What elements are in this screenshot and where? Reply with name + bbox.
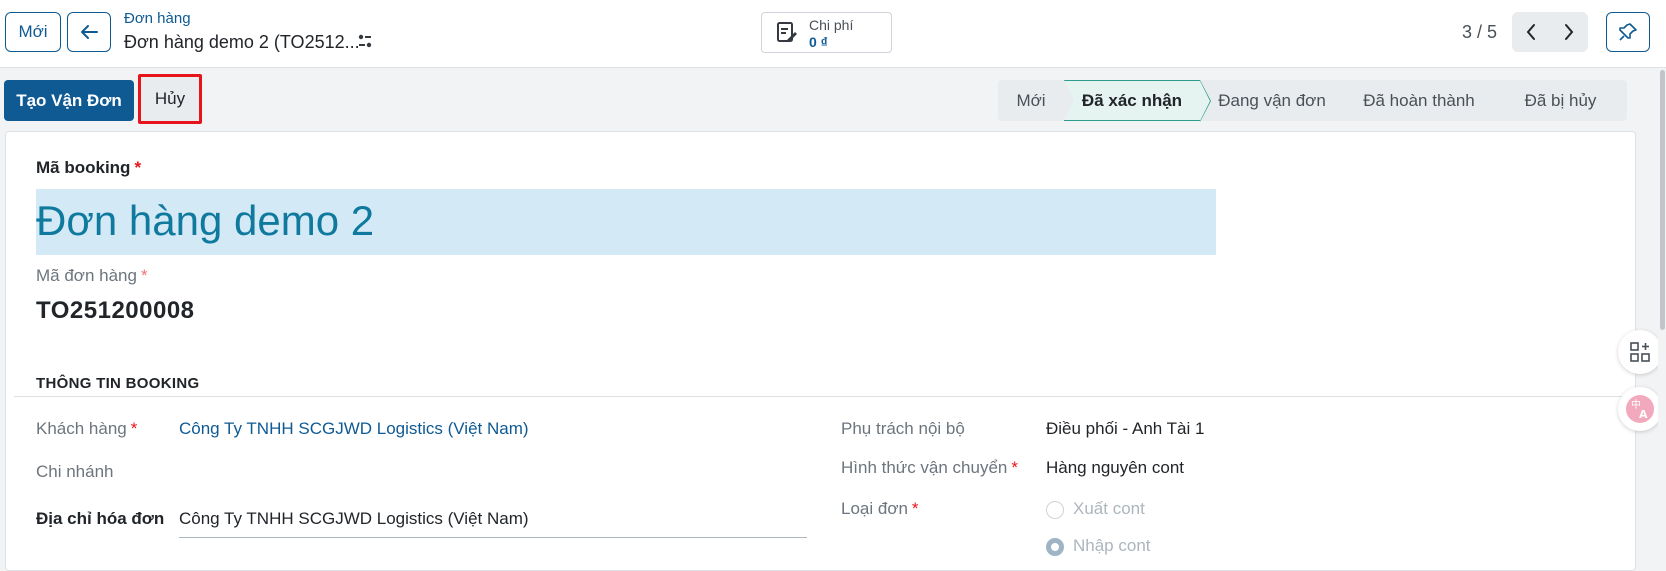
- pager-next-button[interactable]: [1550, 12, 1588, 52]
- invoice-address-underline: [179, 537, 807, 538]
- pager-counter[interactable]: 3 / 5: [1462, 22, 1497, 43]
- customer-field[interactable]: Công Ty TNHH SCGJWD Logistics (Việt Nam): [179, 419, 529, 439]
- stage-confirmed[interactable]: Đã xác nhận: [1064, 80, 1211, 122]
- create-waybill-button[interactable]: Tạo Vận Đơn: [4, 80, 134, 121]
- radio-export-cont[interactable]: [1046, 501, 1064, 519]
- apps-add-icon: [1630, 342, 1650, 362]
- pager-buttons: [1512, 12, 1588, 52]
- invoice-address-field[interactable]: Công Ty TNHH SCGJWD Logistics (Việt Nam): [179, 509, 529, 529]
- stage-cancelled[interactable]: Đã bị hủy: [1494, 80, 1627, 121]
- stage-new[interactable]: Mới: [998, 80, 1074, 121]
- cost-value: 0 ₫: [809, 34, 828, 50]
- translate-icon: 中A: [1626, 395, 1654, 423]
- internal-owner-value: Điều phối - Anh Tài 1: [1046, 419, 1205, 438]
- translate-widget-button[interactable]: 中A: [1618, 387, 1662, 431]
- settings-sliders-icon: [358, 34, 372, 48]
- arrow-left-icon: [81, 25, 98, 39]
- chevron-right-icon: [1565, 24, 1574, 40]
- transport-mode-label: Hình thức vận chuyển *: [841, 458, 1018, 477]
- cost-smart-button[interactable]: Chi phí 0 ₫: [761, 12, 892, 53]
- scrollbar-thumb[interactable]: [1660, 70, 1665, 330]
- branch-label: Chi nhánh: [36, 462, 114, 481]
- apps-widget-button[interactable]: [1618, 330, 1662, 374]
- customer-label: Khách hàng *: [36, 419, 138, 438]
- order-code-value: TO251200008: [36, 297, 195, 324]
- stage-completed[interactable]: Đã hoàn thành: [1344, 80, 1504, 121]
- top-control-panel: Mới Đơn hàng Đơn hàng demo 2 (TO2512... …: [0, 0, 1666, 68]
- edit-document-icon: [776, 21, 798, 50]
- breadcrumb-current: Đơn hàng demo 2 (TO2512...: [124, 32, 360, 52]
- pager-previous-button[interactable]: [1512, 12, 1550, 52]
- order-code-label: Mã đơn hàng *: [36, 266, 148, 285]
- booking-code-value: Đơn hàng demo 2: [36, 197, 375, 244]
- internal-owner-label: Phụ trách nội bộ: [841, 419, 965, 438]
- stage-in-transit[interactable]: Đang vận đơn: [1200, 80, 1354, 121]
- status-bar: Mới Đã xác nhận Đang vận đơn Đã hoàn thà…: [998, 80, 1627, 122]
- cancel-button[interactable]: Hủy: [138, 74, 202, 124]
- section-divider: [14, 396, 1639, 397]
- back-button[interactable]: [67, 12, 111, 52]
- section-title: THÔNG TIN BOOKING: [36, 375, 200, 392]
- booking-code-input[interactable]: Đơn hàng demo 2: [36, 189, 1216, 255]
- cost-label: Chi phí: [809, 17, 854, 33]
- order-type-label: Loại đơn *: [841, 499, 919, 518]
- breadcrumb-parent-link[interactable]: Đơn hàng: [124, 10, 191, 27]
- radio-export-cont-label: Xuất cont: [1073, 499, 1145, 518]
- pin-icon: [1619, 23, 1637, 41]
- new-record-button[interactable]: Mới: [5, 12, 61, 52]
- form-sheet: Mã booking * Đơn hàng demo 2 Mã đơn hàng *…: [5, 131, 1639, 571]
- radio-import-cont[interactable]: [1046, 538, 1064, 556]
- chevron-left-icon: [1526, 24, 1535, 40]
- booking-code-label: Mã booking *: [36, 158, 142, 177]
- svg-text:A: A: [1639, 408, 1648, 421]
- transport-mode-value: Hàng nguyên cont: [1046, 458, 1184, 477]
- pin-button[interactable]: [1606, 12, 1650, 52]
- radio-import-cont-label: Nhập cont: [1073, 536, 1151, 555]
- invoice-address-label: Địa chỉ hóa đơn: [36, 509, 165, 528]
- record-actions-button[interactable]: [358, 34, 372, 53]
